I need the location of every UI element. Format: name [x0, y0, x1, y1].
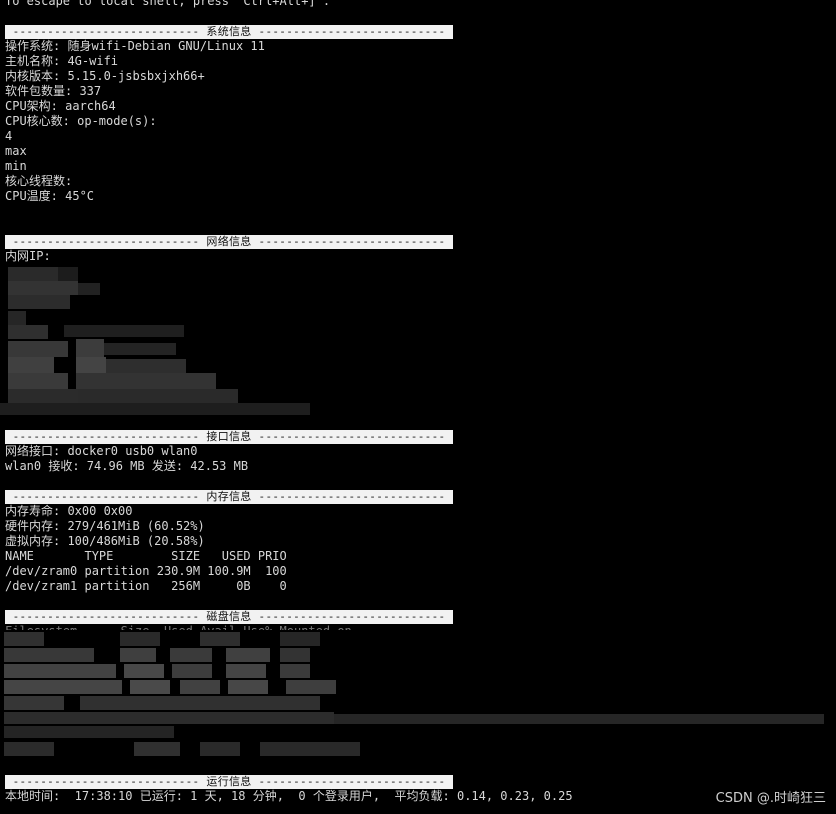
network-line-lan-ip: 内网IP:	[5, 249, 51, 263]
memory-line-life: 内存寿命: 0x00 0x00	[5, 504, 133, 518]
system-line-packages: 软件包数量: 337	[5, 84, 102, 98]
system-line-hostname: 主机名称: 4G-wifi	[5, 54, 119, 68]
system-line-cores: CPU核心数: op-mode(s):	[5, 114, 157, 128]
system-line-core-count: 4	[5, 129, 13, 143]
memory-swap-row-zram1: /dev/zram1 partition 256M 0B 0	[5, 579, 287, 593]
escape-hint-line: To escape to local shell, press 'Ctrl+Al…	[5, 0, 331, 8]
system-line-max: max	[5, 144, 27, 158]
runtime-line-status: 本地时间: 17:38:10 已运行: 1 天, 18 分钟, 0 个登录用户,…	[5, 789, 573, 803]
memory-line-virtual: 虚拟内存: 100/486MiB (20.58%)	[5, 534, 205, 548]
system-line-arch: CPU架构: aarch64	[5, 99, 116, 113]
section-header-interface: --------------------------- 接口信息 -------…	[5, 430, 453, 444]
section-header-disk: --------------------------- 磁盘信息 -------…	[5, 610, 453, 624]
terminal-window[interactable]: To escape to local shell, press 'Ctrl+Al…	[0, 0, 836, 814]
csdn-watermark: CSDN @.时崎狂三	[715, 791, 826, 806]
interface-line-traffic: wlan0 接收: 74.96 MB 发送: 42.53 MB	[5, 459, 249, 473]
redacted-network-block	[0, 265, 320, 417]
interface-line-list: 网络接口: docker0 usb0 wlan0	[5, 444, 198, 458]
memory-swap-row-zram0: /dev/zram0 partition 230.9M 100.9M 100	[5, 564, 287, 578]
system-line-threads: 核心线程数:	[5, 174, 73, 188]
memory-line-hardware: 硬件内存: 279/461MiB (60.52%)	[5, 519, 205, 533]
system-line-min: min	[5, 159, 27, 173]
system-line-kernel: 内核版本: 5.15.0-jsbsbxjxh66+	[5, 69, 205, 83]
section-header-runtime: --------------------------- 运行信息 -------…	[5, 775, 453, 789]
section-header-system: --------------------------- 系统信息 -------…	[5, 25, 453, 39]
system-line-temp: CPU温度: 45°C	[5, 189, 95, 203]
redacted-disk-block	[0, 630, 830, 764]
system-line-os: 操作系统: 随身wifi-Debian GNU/Linux 11	[5, 39, 265, 53]
section-header-network: --------------------------- 网络信息 -------…	[5, 235, 453, 249]
memory-swap-header: NAME TYPE SIZE USED PRIO	[5, 549, 287, 563]
section-header-memory: --------------------------- 内存信息 -------…	[5, 490, 453, 504]
